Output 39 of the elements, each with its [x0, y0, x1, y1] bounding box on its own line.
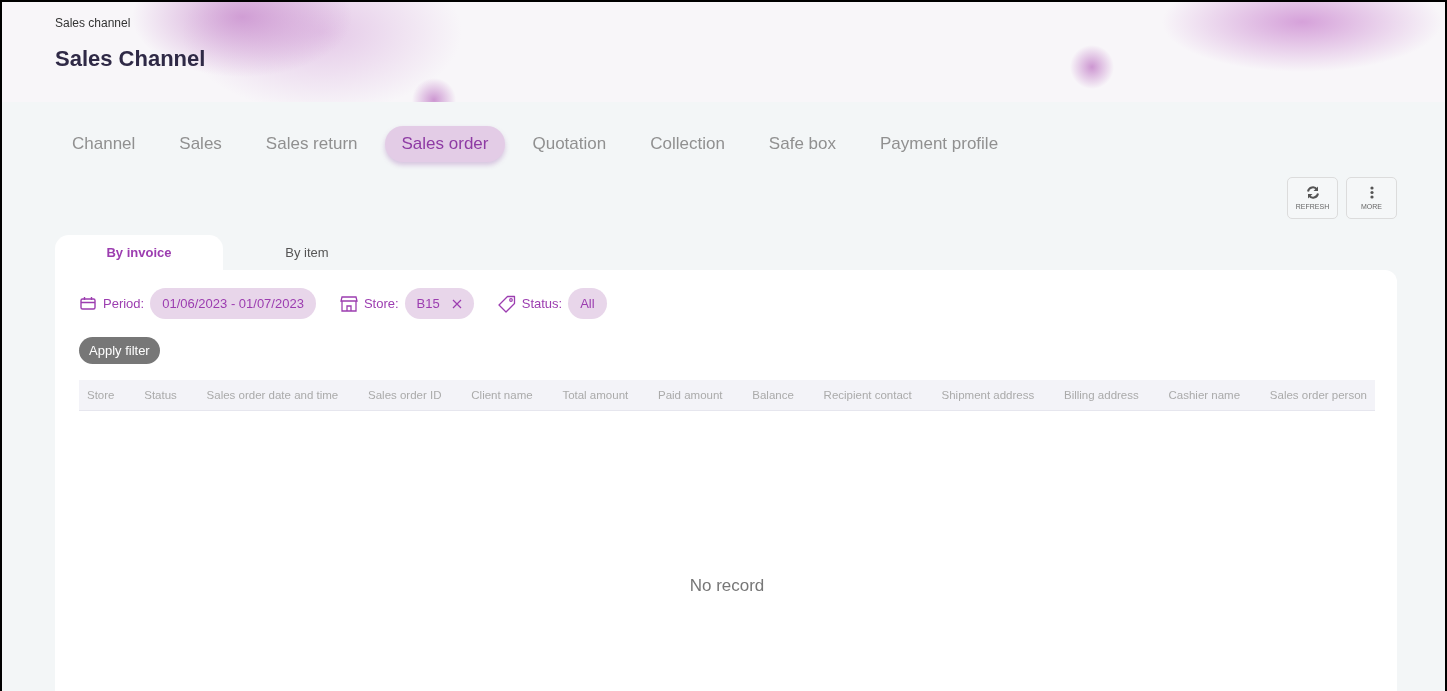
column-header: Total amount	[562, 389, 629, 401]
tab[interactable]: Safe box	[751, 126, 853, 162]
tab[interactable]: Sales return	[248, 126, 375, 162]
subtab[interactable]: By invoice	[55, 235, 223, 270]
column-header: Sales order person	[1269, 389, 1367, 401]
filter-chip[interactable]: 01/06/2023 - 01/07/2023	[150, 288, 316, 319]
tab[interactable]: Sales	[162, 126, 239, 162]
column-header: Balance	[752, 389, 794, 401]
close-icon[interactable]	[451, 298, 462, 309]
empty-message: No record	[688, 576, 766, 596]
column-header: Recipient contact	[823, 389, 912, 401]
column-header: Sales order ID	[368, 389, 442, 401]
refresh-icon	[1305, 186, 1320, 199]
tab[interactable]: Sales order	[384, 126, 506, 162]
filter-label: Store:	[363, 296, 399, 311]
column-header: Store	[87, 389, 115, 401]
store-icon	[339, 295, 358, 312]
column-header: Client name	[471, 389, 533, 401]
tab[interactable]: Channel	[55, 126, 153, 162]
column-header: Status	[144, 389, 177, 401]
subtab[interactable]: By item	[223, 235, 391, 270]
tab[interactable]: Quotation	[515, 126, 624, 162]
column-header: Paid amount	[657, 389, 723, 401]
apply-filter-button[interactable]: Apply filter	[79, 337, 160, 364]
tab[interactable]: Payment profile	[862, 126, 1016, 162]
tag-icon	[497, 294, 516, 313]
column-header: Cashier name	[1168, 389, 1241, 401]
calendar-icon	[79, 296, 97, 311]
page-title: Sales Channel	[55, 46, 207, 72]
column-header: Sales order date and time	[206, 389, 339, 401]
more-icon	[1369, 186, 1374, 199]
column-header: Billing address	[1063, 389, 1139, 401]
filter-label: Status:	[521, 296, 563, 311]
column-header: Shipment address	[941, 389, 1035, 401]
tab[interactable]: Collection	[633, 126, 742, 162]
filter-chip[interactable]: B15	[404, 288, 474, 319]
breadcrumb: Sales channel	[55, 16, 132, 30]
filter-label: Period:	[103, 296, 145, 311]
filter-chip[interactable]: All	[568, 288, 607, 319]
